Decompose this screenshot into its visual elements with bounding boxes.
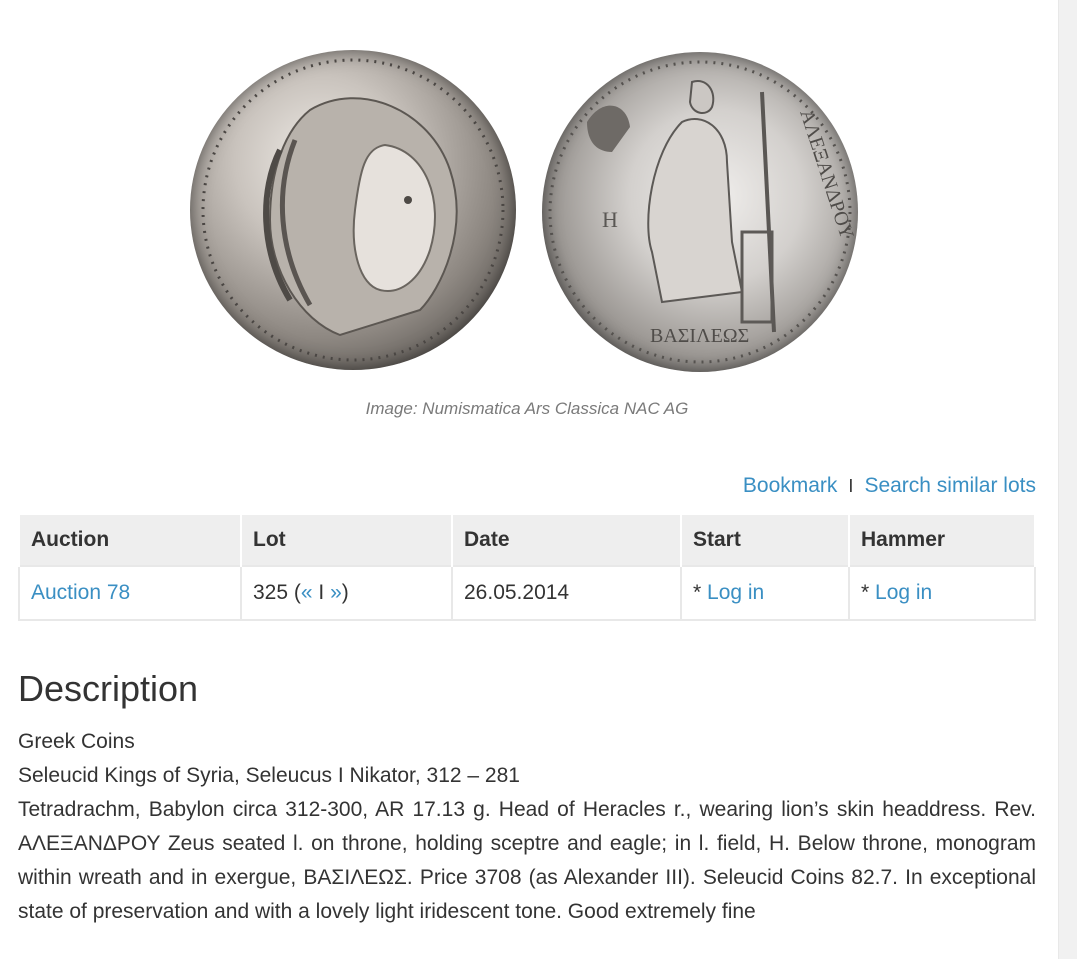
lot-actions: Bookmark I Search similar lots bbox=[743, 474, 1036, 498]
bookmark-link[interactable]: Bookmark bbox=[743, 474, 838, 498]
description-subcategory: Seleucid Kings of Syria, Seleucus I Nika… bbox=[18, 764, 520, 787]
table-header-row: Auction Lot Date Start Hammer bbox=[18, 513, 1036, 567]
header-auction: Auction bbox=[18, 513, 242, 567]
previous-lot-link[interactable]: « bbox=[301, 581, 313, 604]
header-start: Start bbox=[680, 513, 850, 567]
description-heading: Description bbox=[18, 668, 199, 709]
coin-reverse-image: Η ΒΑΣΙΛΕΩΣ ΑΛΕΞΑΝΔΡΟΥ bbox=[542, 52, 858, 372]
actions-separator: I bbox=[848, 475, 854, 496]
lot-info-table: Auction Lot Date Start Hammer Auction 78… bbox=[18, 513, 1036, 621]
start-asterisk: * bbox=[693, 581, 708, 604]
svg-text:ΑΛΕΞΑΝΔΡΟΥ: ΑΛΕΞΑΝΔΡΟΥ bbox=[795, 107, 858, 242]
description-body: Tetradrachm, Babylon circa 312-300, AR 1… bbox=[18, 798, 1036, 923]
svg-text:Η: Η bbox=[602, 207, 618, 232]
table-row: Auction 78 325 (« I ») 26.05.2014 * Log … bbox=[18, 565, 1036, 621]
header-lot: Lot bbox=[240, 513, 453, 567]
header-hammer: Hammer bbox=[848, 513, 1036, 567]
auction-link[interactable]: Auction 78 bbox=[31, 581, 130, 604]
lot-nav-separator: I bbox=[318, 581, 325, 604]
coin-obverse-image bbox=[190, 50, 516, 370]
date-cell: 26.05.2014 bbox=[451, 565, 682, 621]
lot-cell: 325 (« I ») bbox=[240, 565, 453, 621]
header-date: Date bbox=[451, 513, 682, 567]
search-similar-lots-link[interactable]: Search similar lots bbox=[864, 474, 1036, 498]
image-credit-caption: Image: Numismatica Ars Classica NAC AG bbox=[365, 399, 689, 418]
hammer-cell: * Log in bbox=[848, 565, 1036, 621]
auction-cell: Auction 78 bbox=[18, 565, 242, 621]
next-lot-link[interactable]: » bbox=[330, 581, 342, 604]
svg-text:ΒΑΣΙΛΕΩΣ: ΒΑΣΙΛΕΩΣ bbox=[650, 325, 749, 347]
page-scrollbar[interactable] bbox=[1058, 0, 1077, 959]
description-category: Greek Coins bbox=[18, 730, 135, 753]
lot-detail: Η ΒΑΣΙΛΕΩΣ ΑΛΕΞΑΝΔΡΟΥ Image: Numismatica… bbox=[18, 0, 1036, 959]
heracles-head-icon bbox=[201, 58, 505, 362]
hammer-login-link[interactable]: Log in bbox=[875, 581, 932, 604]
hammer-asterisk: * bbox=[861, 581, 876, 604]
zeus-seated-icon: Η ΒΑΣΙΛΕΩΣ ΑΛΕΞΑΝΔΡΟΥ bbox=[548, 60, 858, 364]
description-text: Greek Coins Seleucid Kings of Syria, Sel… bbox=[18, 725, 1036, 929]
lot-number: 325 bbox=[253, 581, 289, 604]
start-cell: * Log in bbox=[680, 565, 850, 621]
start-login-link[interactable]: Log in bbox=[707, 581, 764, 604]
coin-image[interactable]: Η ΒΑΣΙΛΕΩΣ ΑΛΕΞΑΝΔΡΟΥ bbox=[190, 50, 870, 380]
